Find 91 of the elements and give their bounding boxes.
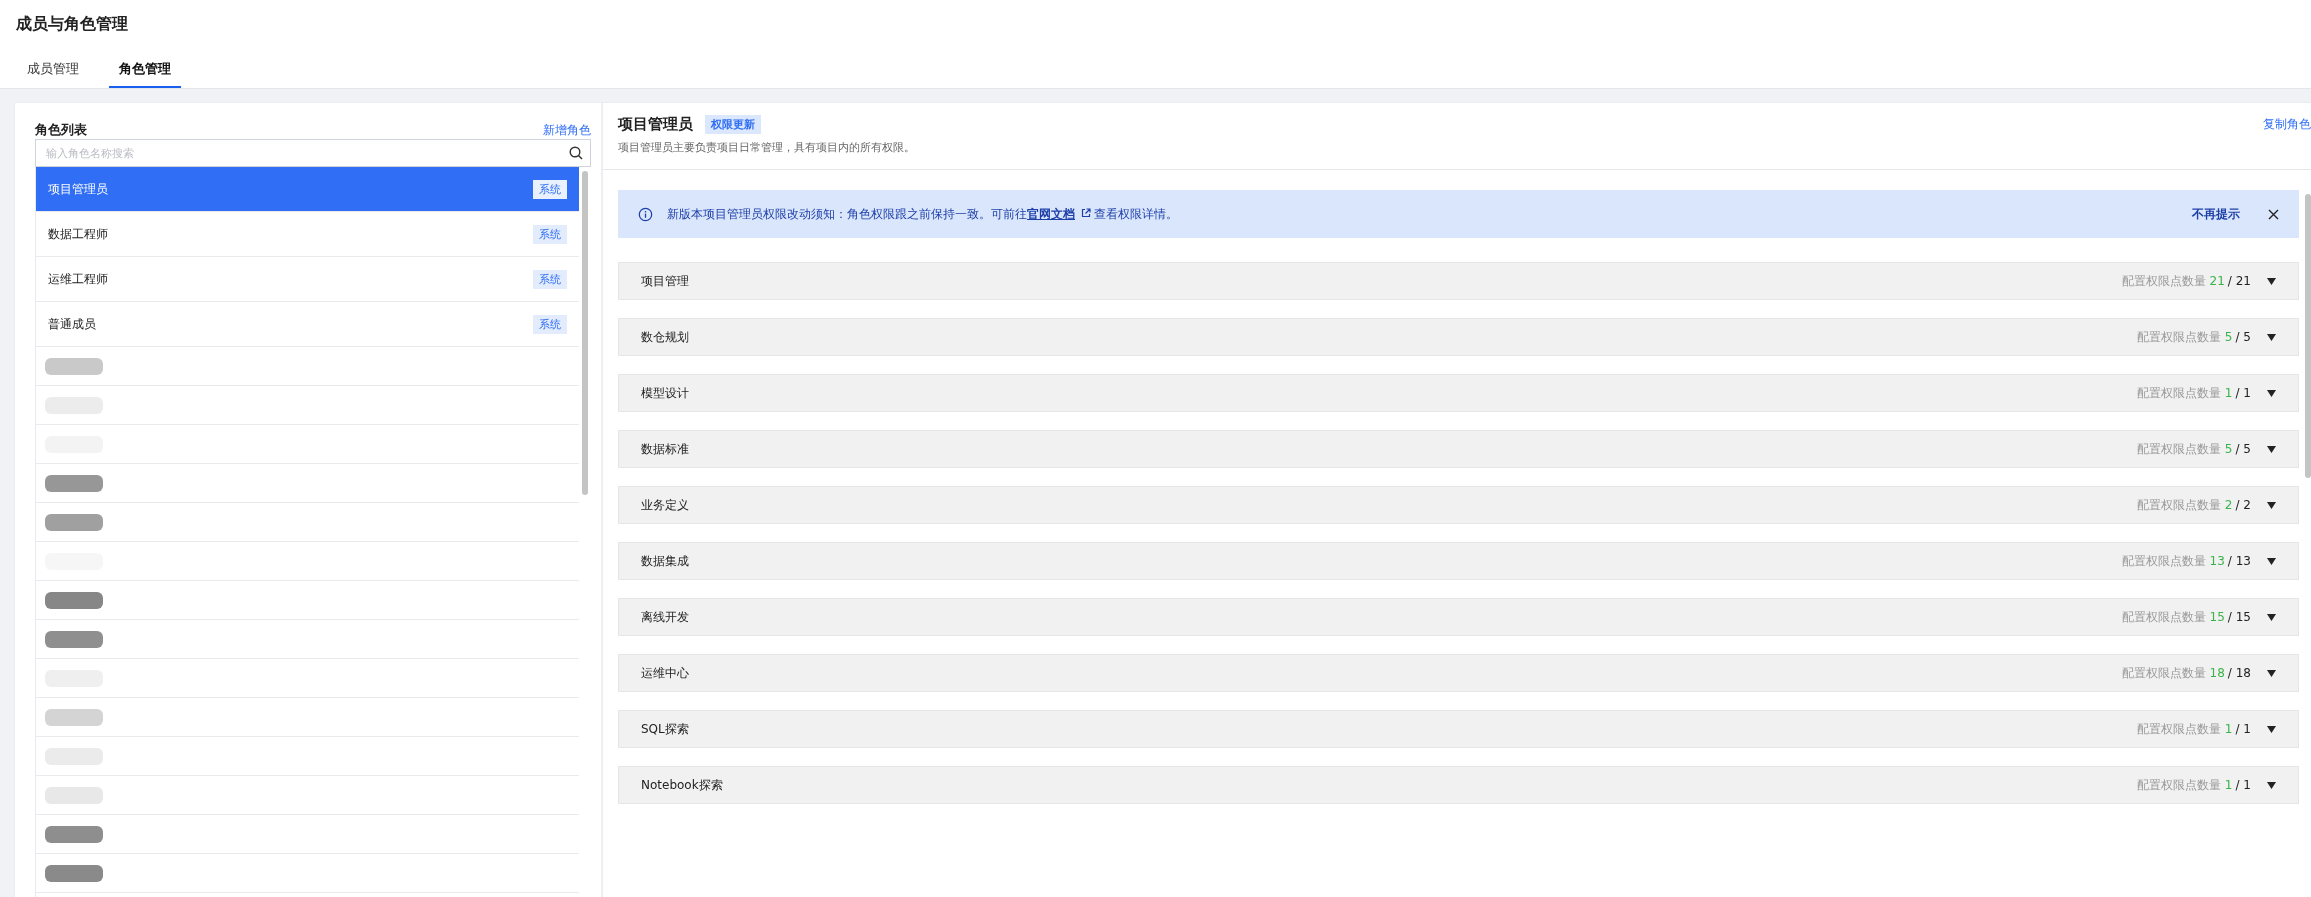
permission-section[interactable]: 项目管理 配置权限点数量 21 / 21 xyxy=(618,262,2299,300)
system-tag: 系统 xyxy=(533,314,567,334)
tab[interactable]: 成员管理 xyxy=(25,60,81,88)
close-icon[interactable] xyxy=(2268,208,2279,220)
caret-icon xyxy=(2267,557,2276,565)
section-name: 运维中心 xyxy=(641,664,689,682)
permission-section[interactable]: 运维中心 配置权限点数量 18 / 18 xyxy=(618,654,2299,692)
granted-count: 5 xyxy=(2224,442,2233,456)
caret-icon xyxy=(2267,389,2276,397)
docs-link[interactable]: 官网文档 xyxy=(1027,206,1075,221)
copy-role-link[interactable]: 复制角色 xyxy=(2263,116,2311,133)
role-item[interactable]: 数据工程师 系统 xyxy=(36,212,579,257)
section-name: 项目管理 xyxy=(641,272,689,290)
count-label: 配置权限点数量 xyxy=(2121,552,2206,570)
total-count: / 1 xyxy=(2235,778,2251,792)
update-badge: 权限更新 xyxy=(705,115,761,134)
caret-icon xyxy=(2267,781,2276,789)
scrollbar[interactable] xyxy=(582,171,588,495)
total-count: / 2 xyxy=(2235,498,2251,512)
search-icon xyxy=(569,146,583,160)
permission-section[interactable]: 模型设计 配置权限点数量 1 / 1 xyxy=(618,374,2299,412)
external-link-icon xyxy=(1081,207,1091,218)
total-count: / 1 xyxy=(2235,386,2251,400)
permission-section[interactable]: 离线开发 配置权限点数量 15 / 15 xyxy=(618,598,2299,636)
granted-count: 1 xyxy=(2224,778,2233,792)
permission-section[interactable]: 数据标准 配置权限点数量 5 / 5 xyxy=(618,430,2299,468)
role-name: 运维工程师 xyxy=(48,270,108,288)
section-name: Notebook探索 xyxy=(641,776,723,794)
count-label: 配置权限点数量 xyxy=(2121,272,2206,290)
system-tag: 系统 xyxy=(533,224,567,244)
granted-count: 5 xyxy=(2224,330,2233,344)
scrollbar[interactable] xyxy=(2305,194,2311,478)
permission-section[interactable]: 数仓规划 配置权限点数量 5 / 5 xyxy=(618,318,2299,356)
system-tag: 系统 xyxy=(533,269,567,289)
role-name: 项目管理员 xyxy=(48,180,108,198)
permission-section[interactable]: Notebook探索 配置权限点数量 1 / 1 xyxy=(618,766,2299,804)
caret-icon xyxy=(2267,669,2276,677)
caret-icon xyxy=(2267,613,2276,621)
page-title: 成员与角色管理 xyxy=(16,14,129,35)
caret-icon xyxy=(2267,501,2276,509)
role-description: 项目管理员主要负责项目日常管理，具有项目内的所有权限。 xyxy=(618,140,916,155)
count-label: 配置权限点数量 xyxy=(2136,384,2221,402)
role-name: 数据工程师 xyxy=(48,225,108,243)
system-tag: 系统 xyxy=(533,179,567,199)
section-name: SQL探索 xyxy=(641,720,689,738)
count-label: 配置权限点数量 xyxy=(2136,720,2221,738)
add-role-link[interactable]: 新增角色 xyxy=(543,122,591,139)
notice-text: 新版本项目管理员权限改动须知：角色权限跟之前保持一致。可前往官网文档 查看权限详情。 xyxy=(667,205,1178,223)
total-count: / 15 xyxy=(2227,610,2251,624)
permission-section[interactable]: 数据集成 配置权限点数量 13 / 13 xyxy=(618,542,2299,580)
caret-icon xyxy=(2267,445,2276,453)
section-name: 业务定义 xyxy=(641,496,689,514)
total-count: / 21 xyxy=(2227,274,2251,288)
count-label: 配置权限点数量 xyxy=(2136,496,2221,514)
section-name: 模型设计 xyxy=(641,384,689,402)
search-field[interactable]: 输入角色名称搜索 xyxy=(35,139,591,167)
caret-icon xyxy=(2267,277,2276,285)
permission-section[interactable]: SQL探索 配置权限点数量 1 / 1 xyxy=(618,710,2299,748)
info-icon xyxy=(638,206,653,222)
section-name: 数据标准 xyxy=(641,440,689,458)
permission-section[interactable]: 业务定义 配置权限点数量 2 / 2 xyxy=(618,486,2299,524)
tab[interactable]: 角色管理 xyxy=(109,60,181,88)
role-item[interactable]: 普通成员 系统 xyxy=(36,302,579,347)
granted-count: 15 xyxy=(2209,610,2225,624)
count-label: 配置权限点数量 xyxy=(2136,440,2221,458)
granted-count: 2 xyxy=(2224,498,2233,512)
caret-icon xyxy=(2267,725,2276,733)
total-count: / 13 xyxy=(2227,554,2251,568)
section-name: 离线开发 xyxy=(641,608,689,626)
count-label: 配置权限点数量 xyxy=(2136,776,2221,794)
count-label: 配置权限点数量 xyxy=(2121,664,2206,682)
granted-count: 13 xyxy=(2209,554,2225,568)
dismiss-button[interactable]: 不再提示 xyxy=(2192,205,2240,223)
role-item[interactable]: 运维工程师 系统 xyxy=(36,257,579,302)
granted-count: 18 xyxy=(2209,666,2225,680)
granted-count: 1 xyxy=(2224,386,2233,400)
role-name: 普通成员 xyxy=(48,315,96,333)
role-list-title: 角色列表 xyxy=(35,121,87,139)
total-count: / 18 xyxy=(2227,666,2251,680)
total-count: / 5 xyxy=(2235,330,2251,344)
count-label: 配置权限点数量 xyxy=(2121,608,2206,626)
count-label: 配置权限点数量 xyxy=(2136,328,2221,346)
granted-count: 21 xyxy=(2209,274,2225,288)
total-count: / 1 xyxy=(2235,722,2251,736)
total-count: / 5 xyxy=(2235,442,2251,456)
section-name: 数据集成 xyxy=(641,552,689,570)
section-name: 数仓规划 xyxy=(641,328,689,346)
role-item[interactable]: 项目管理员 系统 xyxy=(36,167,579,212)
caret-icon xyxy=(2267,333,2276,341)
granted-count: 1 xyxy=(2224,722,2233,736)
role-title: 项目管理员 xyxy=(618,115,693,134)
